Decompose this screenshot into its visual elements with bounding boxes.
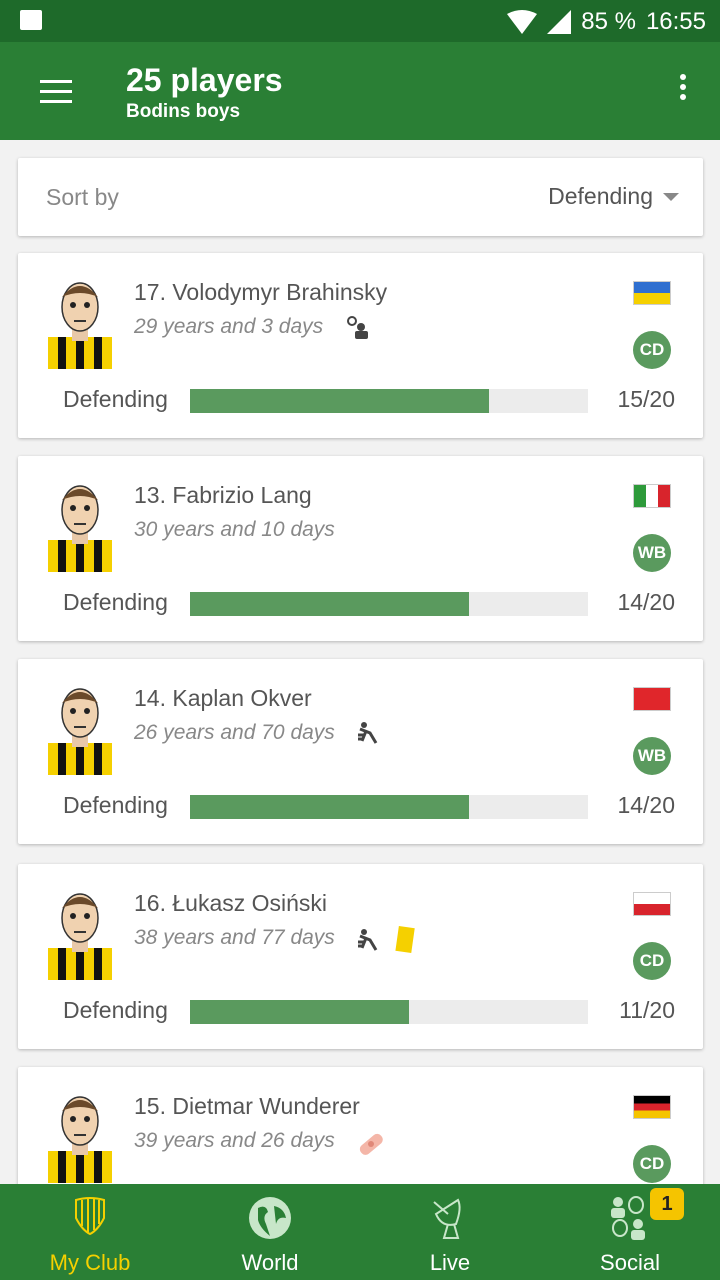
player-age: 38 years and 77 days bbox=[134, 926, 335, 949]
battery-level: 85 % bbox=[581, 8, 636, 35]
bandage-icon bbox=[356, 1129, 386, 1164]
team-name: Bodins boys bbox=[126, 101, 241, 122]
player-name: 17. Volodymyr Brahinsky bbox=[134, 279, 388, 305]
tab-label: World bbox=[241, 1250, 299, 1275]
flag-poland-icon bbox=[633, 892, 671, 916]
player-avatar bbox=[48, 688, 112, 775]
more-options-icon[interactable] bbox=[680, 74, 686, 104]
skill-label: Defending bbox=[63, 386, 168, 412]
player-avatar bbox=[48, 1096, 112, 1183]
person-swap-icon bbox=[346, 315, 370, 344]
position-badge: WB bbox=[633, 534, 671, 572]
status-bar: 85 % 16:55 bbox=[0, 0, 720, 42]
skill-bar bbox=[190, 795, 588, 819]
player-age: 29 years and 3 days bbox=[134, 315, 324, 338]
satellite-dish-icon bbox=[433, 1198, 461, 1239]
app-bar: 25 players Bodins boys bbox=[0, 42, 720, 140]
tab-my-club[interactable]: My Club bbox=[0, 1184, 180, 1280]
image-notification-icon bbox=[20, 10, 42, 30]
skill-label: Defending bbox=[63, 792, 168, 818]
wifi-icon bbox=[507, 10, 538, 34]
player-avatar bbox=[48, 893, 112, 980]
clock: 16:55 bbox=[645, 8, 706, 35]
player-name: 16. Łukasz Osiński bbox=[134, 890, 328, 916]
signal-icon bbox=[547, 10, 572, 34]
player-card[interactable]: 14. Kaplan Okver 26 years and 70 days WB… bbox=[18, 659, 703, 844]
tab-label: Live bbox=[429, 1250, 471, 1275]
player-card[interactable]: 17. Volodymyr Brahinsky 29 years and 3 d… bbox=[18, 253, 703, 438]
skill-bar-fill bbox=[190, 389, 489, 413]
player-card[interactable]: 16. Łukasz Osiński 38 years and 77 days … bbox=[18, 864, 703, 1049]
menu-icon[interactable] bbox=[40, 80, 72, 104]
skill-bar-fill bbox=[190, 795, 469, 819]
player-card[interactable]: 13. Fabrizio Lang 30 years and 10 days W… bbox=[18, 456, 703, 641]
player-name: 14. Kaplan Okver bbox=[134, 685, 312, 711]
skill-bar bbox=[190, 389, 588, 413]
skill-label: Defending bbox=[63, 589, 168, 615]
skill-label: Defending bbox=[63, 997, 168, 1023]
tab-live[interactable]: Live bbox=[360, 1184, 540, 1280]
skill-value: 14/20 bbox=[617, 792, 675, 818]
player-avatar bbox=[48, 485, 112, 572]
flag-turkey-icon bbox=[633, 687, 671, 711]
page-title: 25 players bbox=[126, 62, 283, 98]
tab-world[interactable]: World bbox=[180, 1184, 360, 1280]
flag-ukraine-icon bbox=[633, 281, 671, 305]
position-badge: WB bbox=[633, 737, 671, 775]
skill-bar-fill bbox=[190, 1000, 409, 1024]
social-icon bbox=[611, 1196, 645, 1240]
player-name: 15. Dietmar Wunderer bbox=[134, 1093, 360, 1119]
sort-label: Sort by bbox=[46, 184, 119, 210]
position-badge: CD bbox=[633, 942, 671, 980]
skill-bar bbox=[190, 592, 588, 616]
bottom-nav: My Club World Live Social bbox=[0, 1184, 720, 1280]
player-age: 26 years and 70 days bbox=[134, 721, 335, 744]
shield-icon bbox=[75, 1197, 105, 1236]
yellow-card-icon bbox=[394, 926, 416, 959]
tab-social[interactable]: Social bbox=[540, 1184, 720, 1280]
sort-dropdown[interactable]: Sort by Defending bbox=[18, 158, 703, 236]
chevron-down-icon bbox=[663, 193, 679, 201]
skill-bar bbox=[190, 1000, 588, 1024]
skill-value: 15/20 bbox=[617, 386, 675, 412]
player-avatar bbox=[48, 282, 112, 369]
tackle-icon bbox=[356, 721, 380, 750]
flag-germany-icon bbox=[633, 1095, 671, 1119]
player-age: 30 years and 10 days bbox=[134, 518, 335, 541]
skill-value: 11/20 bbox=[619, 997, 675, 1023]
skill-bar-fill bbox=[190, 592, 469, 616]
skill-value: 14/20 bbox=[617, 589, 675, 615]
tab-label: My Club bbox=[49, 1250, 131, 1275]
flag-italy-icon bbox=[633, 484, 671, 508]
tab-label: Social bbox=[600, 1250, 660, 1275]
globe-icon bbox=[249, 1197, 291, 1239]
tackle-icon bbox=[356, 928, 380, 957]
player-name: 13. Fabrizio Lang bbox=[134, 482, 312, 508]
position-badge: CD bbox=[633, 331, 671, 369]
sort-value: Defending bbox=[548, 183, 653, 209]
player-age: 39 years and 26 days bbox=[134, 1129, 335, 1152]
position-badge: CD bbox=[633, 1145, 671, 1183]
notification-badge: 1 bbox=[650, 1188, 684, 1220]
